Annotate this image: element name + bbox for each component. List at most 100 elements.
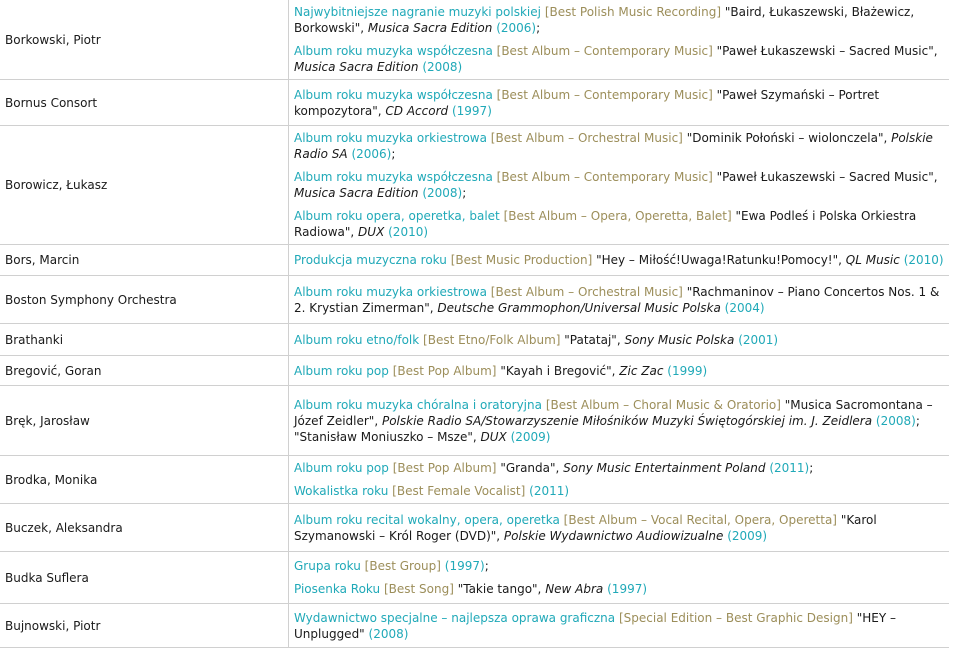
- artist-name: Brathanki: [0, 323, 289, 356]
- artist-name: Brodka, Monika: [0, 455, 289, 504]
- table-row: Bregović, Goran Album roku pop [Best Pop …: [0, 355, 949, 386]
- artist-name: Borkowski, Piotr: [0, 0, 289, 80]
- award-entry: Album roku pop [Best Pop Album] "Granda"…: [294, 460, 945, 476]
- entry-separator: ;: [391, 147, 396, 161]
- award-year: (2010): [388, 225, 429, 239]
- award-entry: Album roku recital wokalny, opera, opere…: [294, 512, 945, 544]
- award-entry: Album roku muzyka orkiestrowa [Best Albu…: [294, 130, 945, 162]
- award-entry: Album roku opera, operetka, balet [Best …: [294, 208, 945, 240]
- award-category-english: [Best Etno/Folk Album]: [423, 332, 561, 347]
- record-label: CD Accord: [385, 103, 449, 118]
- awards-cell: Album roku recital wokalny, opera, opere…: [288, 503, 949, 552]
- award-category-english: [Best Album – Contemporary Music]: [496, 87, 713, 102]
- award-year: (2009): [510, 429, 551, 444]
- artist-name: Bors, Marcin: [0, 244, 289, 276]
- award-entry: Album roku muzyka chóralna i oratoryjna …: [294, 397, 945, 445]
- award-category-english: [Best Music Production]: [450, 253, 593, 267]
- award-category: Album roku muzyka współczesna: [294, 87, 493, 102]
- award-entry: Piosenka Roku [Best Song] "Takie tango",…: [294, 581, 945, 597]
- award-category: Album roku muzyka orkiestrowa: [294, 284, 487, 299]
- award-category-english: [Best Song]: [383, 582, 454, 596]
- entry-separator: ;: [462, 186, 467, 200]
- awards-cell: Album roku muzyka chóralna i oratoryjna …: [288, 385, 949, 456]
- award-category: Album roku pop: [294, 461, 389, 475]
- awards-cell: Album roku etno/folk [Best Etno/Folk Alb…: [288, 323, 949, 356]
- artist-name: Bręk, Jarosław: [0, 385, 289, 456]
- award-category: Album roku pop: [294, 363, 389, 378]
- entry-separator: ;: [809, 461, 814, 475]
- artist-name: Bornus Consort: [0, 79, 289, 126]
- award-year: (2008): [422, 186, 463, 200]
- artist-name: Budka Suflera: [0, 551, 289, 604]
- award-year: (2008): [368, 626, 409, 641]
- artist-name: Borowicz, Łukasz: [0, 125, 289, 245]
- table-row: Brodka, Monika Album roku pop [Best Pop A…: [0, 455, 949, 504]
- award-entry: Produkcja muzyczna roku [Best Music Prod…: [294, 252, 945, 268]
- album-title: "Hey – Miłość!Uwaga!Ratunku!Pomocy!",: [596, 253, 846, 267]
- album-title: "Takie tango",: [457, 582, 546, 596]
- awards-cell: Album roku muzyka orkiestrowa [Best Albu…: [288, 275, 949, 324]
- award-year: (2006): [351, 147, 392, 161]
- table-row: Borowicz, Łukasz Album roku muzyka orkies…: [0, 125, 949, 245]
- award-category: Piosenka Roku: [294, 582, 381, 596]
- table-row: Budka Suflera Grupa roku [Best Group] (19…: [0, 551, 949, 604]
- entry-separator: ;: [484, 559, 489, 573]
- artist-name: Boston Symphony Orchestra: [0, 275, 289, 324]
- award-category-english: [Best Pop Album]: [392, 363, 497, 378]
- award-category-english: [Best Album – Vocal Recital, Opera, Oper…: [563, 512, 837, 527]
- awards-table: Borkowski, Piotr Najwybitniejsze nagranie…: [0, 0, 949, 648]
- award-category: Album roku etno/folk: [294, 332, 420, 347]
- awards-cell: Grupa roku [Best Group] (1997); Piosenka …: [288, 551, 949, 604]
- album-title: "Patataj",: [564, 332, 625, 347]
- record-label: Musica Sacra Edition: [367, 21, 493, 35]
- entry-separator: ;: [536, 21, 541, 35]
- record-label: Sony Music Polska: [624, 332, 735, 347]
- award-category-english: [Best Album – Contemporary Music]: [496, 170, 713, 184]
- album-title: "Granda",: [500, 461, 564, 475]
- table-row: Brathanki Album roku etno/folk [Best Etno…: [0, 323, 949, 356]
- awards-cell: Album roku muzyka współczesna [Best Albu…: [288, 79, 949, 126]
- award-year: (2011): [529, 484, 570, 498]
- award-year: (2010): [903, 253, 944, 267]
- award-entry: Album roku pop [Best Pop Album] "Kayah i…: [294, 363, 945, 379]
- table-row: Bornus Consort Album roku muzyka współcze…: [0, 79, 949, 126]
- award-year: (1997): [607, 582, 648, 596]
- table-row: Buczek, Aleksandra Album roku recital wok…: [0, 503, 949, 552]
- award-entry: Album roku etno/folk [Best Etno/Folk Alb…: [294, 332, 945, 348]
- award-category: Album roku muzyka orkiestrowa: [294, 131, 487, 145]
- album-title: "Paweł Łukaszewski – Sacred Music",: [716, 170, 938, 184]
- award-category: Wydawnictwo specjalne – najlepsza oprawa…: [294, 610, 616, 625]
- award-year: (2011): [769, 461, 810, 475]
- awards-cell: Album roku muzyka orkiestrowa [Best Albu…: [288, 125, 949, 245]
- award-category-english: [Best Album – Orchestral Music]: [490, 284, 683, 299]
- record-label: Sony Music Entertainment Poland: [563, 461, 766, 475]
- award-year: (2008): [422, 60, 463, 74]
- table-row: Borkowski, Piotr Najwybitniejsze nagranie…: [0, 0, 949, 80]
- award-category: Album roku opera, operetka, balet: [294, 209, 500, 223]
- award-entry: Album roku muzyka orkiestrowa [Best Albu…: [294, 284, 945, 316]
- award-year: (1997): [451, 103, 492, 118]
- award-year: (1999): [667, 363, 708, 378]
- award-category-english: [Best Album – Opera, Operetta, Balet]: [503, 209, 732, 223]
- table-row: Bręk, Jarosław Album roku muzyka chóralna…: [0, 385, 949, 456]
- award-year: (2004): [724, 300, 765, 315]
- award-year: (2006): [496, 21, 537, 35]
- artist-name: Bregović, Goran: [0, 355, 289, 386]
- award-entry: Grupa roku [Best Group] (1997);: [294, 558, 945, 574]
- awards-cell: Wydawnictwo specjalne – najlepsza oprawa…: [288, 603, 949, 648]
- award-entry: Wydawnictwo specjalne – najlepsza oprawa…: [294, 610, 945, 642]
- award-category-english: [Best Album – Contemporary Music]: [496, 44, 713, 58]
- award-category: Album roku muzyka współczesna: [294, 170, 493, 184]
- table-row: Bors, Marcin Produkcja muzyczna roku [Bes…: [0, 244, 949, 276]
- award-category-english: [Best Pop Album]: [392, 461, 497, 475]
- awards-cell: Album roku pop [Best Pop Album] "Kayah i…: [288, 355, 949, 386]
- album-title: "Paweł Łukaszewski – Sacred Music",: [716, 44, 938, 58]
- award-year: (2001): [738, 332, 779, 347]
- record-label: DUX: [358, 225, 385, 239]
- record-label: Musica Sacra Edition: [294, 60, 419, 74]
- award-category: Najwybitniejsze nagranie muzyki polskiej: [294, 5, 541, 19]
- record-label: Polskie Radio SA/Stowarzyszenie Miłośnik…: [381, 413, 873, 428]
- award-category-english: [Best Album – Choral Music & Oratorio]: [545, 397, 781, 412]
- award-year: (2009): [727, 528, 768, 543]
- awards-cell: Album roku pop [Best Pop Album] "Granda"…: [288, 455, 949, 504]
